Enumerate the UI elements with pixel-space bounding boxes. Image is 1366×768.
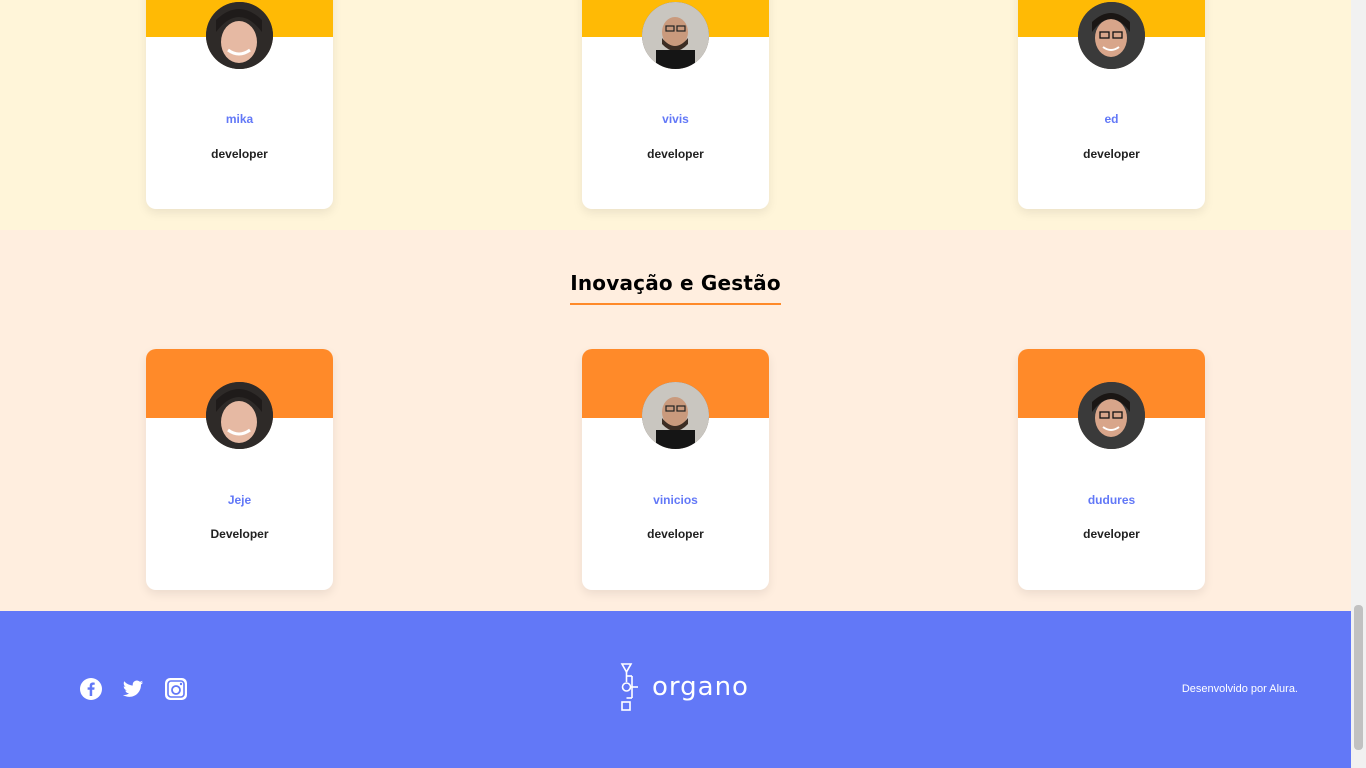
organo-logo-icon xyxy=(620,663,638,711)
avatar xyxy=(1078,2,1145,69)
member-name: mika xyxy=(225,112,254,126)
member-role: developer xyxy=(1083,527,1140,541)
member-card: Jeje Developer xyxy=(146,349,333,590)
member-name: dudures xyxy=(1087,493,1136,507)
member-role: developer xyxy=(647,527,704,541)
member-name: vivis xyxy=(662,112,689,126)
organo-logo: organo xyxy=(620,662,749,712)
scrollbar[interactable] xyxy=(1351,0,1366,768)
member-card: ed developer xyxy=(1018,0,1205,209)
team-section-top: mika developer vivis developer ed develo… xyxy=(0,0,1351,230)
footer-credit: Desenvolvido por Alura. xyxy=(1181,683,1298,695)
avatar xyxy=(642,2,709,69)
section-title: Inovação e Gestão xyxy=(0,271,1351,305)
member-role: developer xyxy=(1083,147,1140,161)
member-name: Jeje xyxy=(227,493,252,507)
member-role: developer xyxy=(211,147,268,161)
logo-text: organo xyxy=(652,672,749,702)
team-section-inovacao: Inovação e Gestão Jeje Developer vinicio… xyxy=(0,230,1351,611)
avatar xyxy=(642,382,709,449)
section-title-text: Inovação e Gestão xyxy=(570,271,781,305)
member-name: ed xyxy=(1104,112,1119,126)
twitter-icon[interactable] xyxy=(122,678,144,700)
scrollbar-thumb[interactable] xyxy=(1354,605,1363,750)
facebook-icon[interactable] xyxy=(80,678,102,700)
member-card: dudures developer xyxy=(1018,349,1205,590)
member-card: vinicios developer xyxy=(582,349,769,590)
member-role: Developer xyxy=(210,527,269,541)
avatar xyxy=(206,382,273,449)
member-role: developer xyxy=(647,147,704,161)
instagram-icon[interactable] xyxy=(165,678,187,700)
member-card: vivis developer xyxy=(582,0,769,209)
avatar xyxy=(1078,382,1145,449)
avatar xyxy=(206,2,273,69)
footer: organo Desenvolvido por Alura. xyxy=(0,611,1351,768)
member-name: vinicios xyxy=(653,493,698,507)
member-card: mika developer xyxy=(146,0,333,209)
